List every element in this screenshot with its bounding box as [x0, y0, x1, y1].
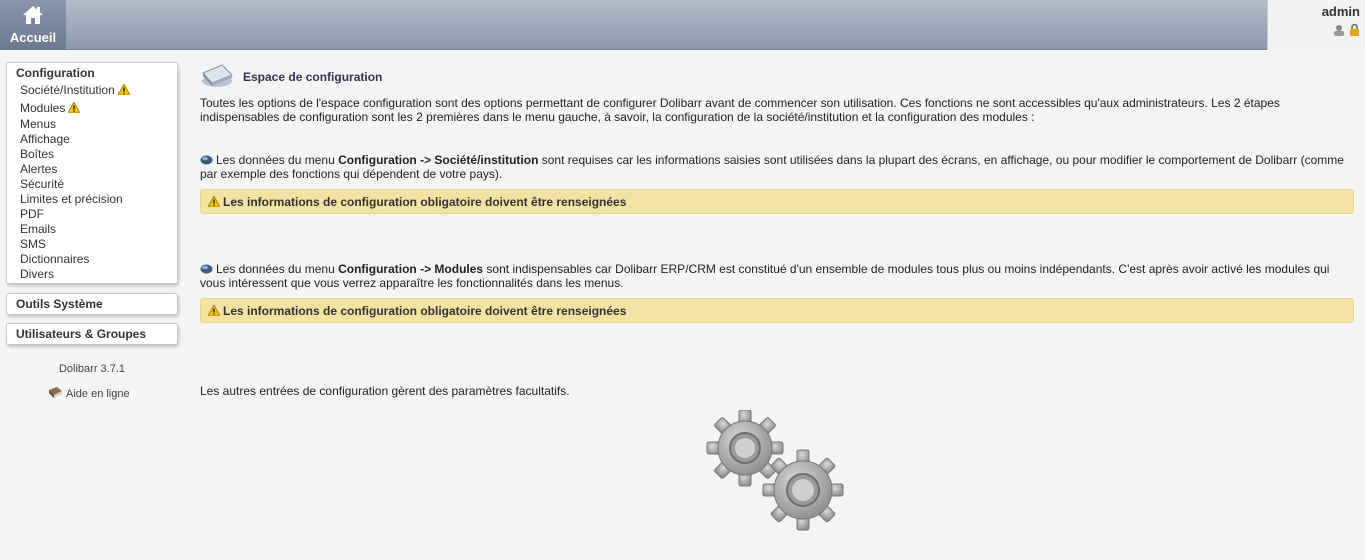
sidebar-item-securite[interactable]: Sécurité [20, 177, 64, 191]
warning-icon [117, 84, 130, 95]
sidebar-item-label: Modules [20, 101, 66, 115]
warning-box-societe: Les informations de configuration obliga… [200, 189, 1354, 214]
sidebar-item-affichage[interactable]: Affichage [20, 132, 70, 146]
sidebar-item-alertes[interactable]: Alertes [20, 162, 57, 176]
sidebar-item-menus[interactable]: Menus [20, 117, 56, 131]
setup-title-icon [202, 64, 233, 87]
menu-title-configuration[interactable]: Configuration [16, 66, 95, 80]
sidebar-item-dictionnaires[interactable]: Dictionnaires [20, 252, 89, 266]
sidebar-item-boites[interactable]: Boîtes [20, 147, 54, 161]
warning-icon [68, 102, 81, 113]
user-icon[interactable] [1333, 24, 1345, 36]
menu-block-utilisateurs[interactable]: Utilisateurs & Groupes [6, 323, 178, 345]
warning-text: Les informations de configuration obliga… [223, 195, 627, 209]
home-icon [23, 6, 43, 24]
bullet-icon [200, 155, 213, 165]
help-link-label: Aide en ligne [66, 388, 130, 400]
menu-block-configuration: Configuration Société/Institution Module… [6, 62, 178, 284]
step2-prefix: Les données du menu [216, 262, 339, 276]
help-link[interactable]: Aide en ligne [48, 386, 130, 400]
sidebar-item-limites[interactable]: Limites et précision [20, 192, 123, 206]
step1-prefix: Les données du menu [216, 153, 339, 167]
intro-text: Toutes les options de l'espace configura… [200, 96, 1280, 124]
menu-block-outils-systeme[interactable]: Outils Système [6, 293, 178, 315]
warning-icon [208, 305, 220, 316]
warning-text: Les informations de configuration obliga… [223, 304, 627, 318]
gears-icon [706, 410, 844, 531]
step2-menu-path: Configuration -> Modules [338, 262, 484, 276]
user-box: admin [1267, 0, 1365, 50]
menu-title-outils-systeme[interactable]: Outils Système [16, 297, 103, 311]
top-bar: Accueil admin [0, 0, 1365, 50]
sidebar-item-divers[interactable]: Divers [20, 267, 54, 281]
menu-title-utilisateurs[interactable]: Utilisateurs & Groupes [16, 327, 146, 341]
sidebar-item-emails[interactable]: Emails [20, 222, 56, 236]
version-label: Dolibarr 3.7.1 [58, 363, 126, 375]
sidebar-item-sms[interactable]: SMS [20, 237, 46, 251]
bullet-icon [200, 264, 213, 274]
warning-icon [208, 196, 220, 207]
footer-text: Les autres entrées de configuration gère… [200, 384, 570, 398]
warning-box-modules: Les informations de configuration obliga… [200, 298, 1354, 323]
home-tab[interactable]: Accueil [0, 0, 66, 50]
lock-icon[interactable] [1349, 23, 1360, 36]
user-login-link[interactable]: admin [1322, 4, 1360, 19]
page-title: Espace de configuration [243, 70, 383, 84]
step1-text: Les données du menu Configuration -> Soc… [200, 153, 1354, 181]
sidebar-item-societe[interactable]: Société/Institution [20, 83, 130, 97]
step1-menu-path: Configuration -> Société/institution [338, 153, 539, 167]
book-icon [49, 387, 62, 398]
sidebar-item-pdf[interactable]: PDF [20, 207, 44, 221]
sidebar-item-modules[interactable]: Modules [20, 101, 81, 115]
sidebar-item-label: Société/Institution [20, 83, 115, 97]
step2-text: Les données du menu Configuration -> Mod… [200, 262, 1354, 290]
home-tab-label: Accueil [9, 30, 57, 45]
